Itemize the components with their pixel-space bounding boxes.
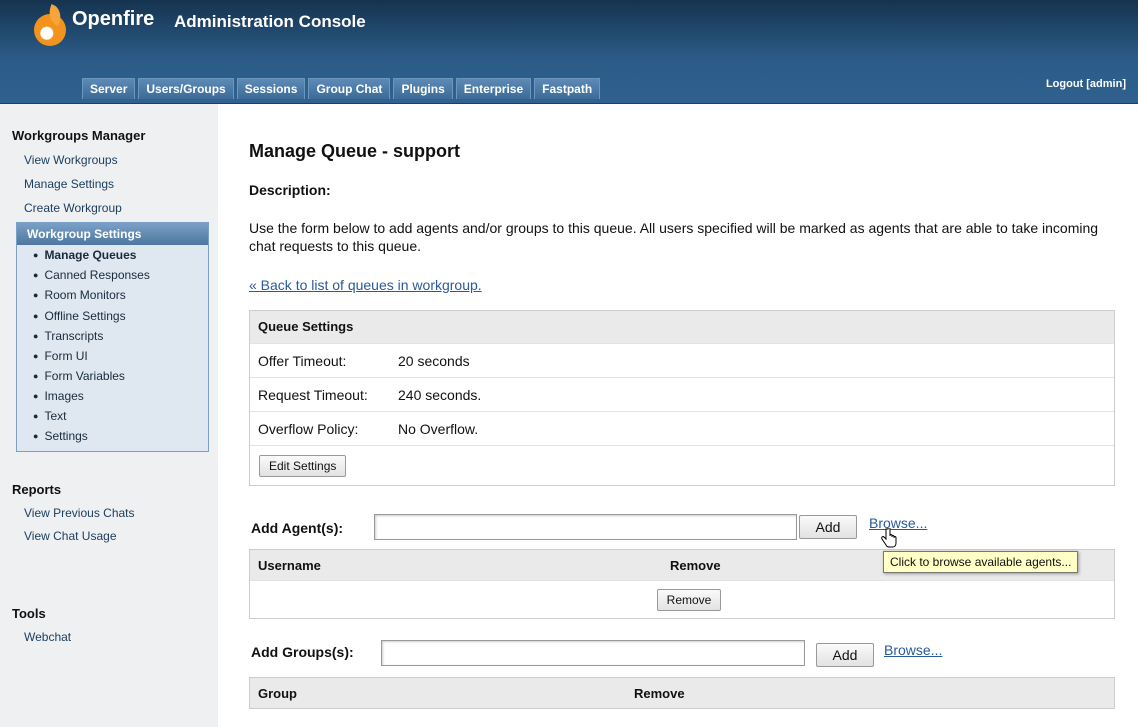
- description-label: Description:: [249, 182, 331, 198]
- tab-fastpath[interactable]: Fastpath: [534, 78, 601, 99]
- settings-row-overflow-policy: Overflow Policy: No Overflow.: [250, 411, 1114, 445]
- settings-row-request-timeout: Request Timeout: 240 seconds.: [250, 377, 1114, 411]
- sidebar: Workgroups Manager View Workgroups Manag…: [0, 104, 218, 727]
- sidebar-item-form-ui[interactable]: Form UI: [33, 349, 87, 363]
- add-agent-button[interactable]: Add: [799, 515, 857, 539]
- sidebar-item-webchat[interactable]: Webchat: [24, 630, 71, 644]
- sidebar-item-images[interactable]: Images: [33, 389, 83, 403]
- sidebar-item-view-workgroups[interactable]: View Workgroups: [24, 153, 118, 167]
- queue-settings-panel: Queue Settings Offer Timeout: 20 seconds…: [249, 310, 1115, 486]
- column-header-remove: Remove: [670, 557, 721, 573]
- sidebar-item-manage-settings[interactable]: Manage Settings: [24, 177, 114, 191]
- request-timeout-value: 240 seconds.: [398, 386, 482, 403]
- add-agents-label: Add Agent(s):: [251, 520, 344, 536]
- add-groups-label: Add Groups(s):: [251, 644, 354, 660]
- page-title: Manage Queue - support: [249, 141, 461, 161]
- sidebar-item-offline-settings[interactable]: Offline Settings: [33, 309, 125, 323]
- tab-sessions[interactable]: Sessions: [236, 78, 306, 99]
- hand-cursor-icon: [881, 528, 897, 548]
- brand-name: Openfire: [72, 8, 155, 30]
- groups-table-header: Group Remove: [250, 678, 1114, 708]
- sidebar-item-create-workgroup[interactable]: Create Workgroup: [24, 201, 122, 215]
- overflow-policy-label: Overflow Policy:: [258, 420, 359, 437]
- tab-users-groups[interactable]: Users/Groups: [138, 78, 234, 99]
- sidebar-heading-reports: Reports: [12, 482, 62, 497]
- settings-row-offer-timeout: Offer Timeout: 20 seconds: [250, 343, 1114, 377]
- column-header-username: Username: [258, 557, 321, 573]
- app-title: Administration Console: [174, 12, 366, 31]
- browse-agents-link[interactable]: Browse...: [869, 515, 927, 531]
- column-header-group-remove: Remove: [634, 685, 685, 701]
- remove-agent-button[interactable]: Remove: [656, 588, 722, 611]
- sidebar-item-settings[interactable]: Settings: [33, 429, 87, 443]
- sidebar-item-view-chat-usage[interactable]: View Chat Usage: [24, 529, 117, 543]
- add-agents-input[interactable]: [374, 514, 797, 540]
- tab-plugins[interactable]: Plugins: [393, 78, 453, 99]
- description-text: Use the form below to add agents and/or …: [249, 220, 1099, 254]
- request-timeout-label: Request Timeout:: [258, 386, 368, 403]
- app-header: Openfire Administration Console Server U…: [0, 0, 1138, 104]
- sidebar-heading-workgroups: Workgroups Manager: [12, 128, 146, 143]
- sidebar-item-form-variables[interactable]: Form Variables: [33, 369, 124, 383]
- sidebar-item-view-previous-chats[interactable]: View Previous Chats: [24, 506, 135, 520]
- workgroup-settings-title: Workgroup Settings: [17, 223, 208, 245]
- sidebar-heading-tools: Tools: [12, 606, 46, 621]
- column-header-group: Group: [258, 685, 297, 701]
- main-content: Manage Queue - support Description: Use …: [219, 104, 1138, 727]
- add-groups-input[interactable]: [381, 640, 805, 666]
- back-to-queues-link[interactable]: « Back to list of queues in workgroup.: [249, 277, 482, 293]
- offer-timeout-value: 20 seconds: [398, 352, 470, 369]
- agents-table-row: Remove: [250, 580, 1114, 618]
- settings-row-actions: Edit Settings: [250, 445, 1114, 485]
- browse-agents-tooltip: Click to browse available agents...: [883, 551, 1079, 573]
- sidebar-item-manage-queues[interactable]: Manage Queues: [33, 248, 136, 262]
- tab-server[interactable]: Server: [82, 78, 136, 99]
- queue-settings-heading: Queue Settings: [250, 311, 1114, 343]
- main-nav: Server Users/Groups Sessions Group Chat …: [82, 78, 601, 99]
- workgroup-settings-box: Workgroup Settings Manage Queues Canned …: [16, 222, 209, 452]
- sidebar-item-text[interactable]: Text: [33, 409, 66, 423]
- sidebar-item-transcripts[interactable]: Transcripts: [33, 329, 103, 343]
- logout-link[interactable]: Logout [admin]: [1046, 78, 1126, 90]
- add-group-button[interactable]: Add: [816, 643, 874, 667]
- tab-group-chat[interactable]: Group Chat: [308, 78, 391, 99]
- sidebar-item-room-monitors[interactable]: Room Monitors: [33, 288, 125, 302]
- overflow-policy-value: No Overflow.: [398, 420, 479, 437]
- groups-table: Group Remove: [249, 677, 1115, 709]
- sidebar-item-canned-responses[interactable]: Canned Responses: [33, 268, 149, 282]
- offer-timeout-label: Offer Timeout:: [258, 352, 347, 369]
- tab-enterprise[interactable]: Enterprise: [455, 78, 532, 99]
- browse-groups-link[interactable]: Browse...: [884, 642, 942, 658]
- edit-settings-button[interactable]: Edit Settings: [259, 454, 347, 477]
